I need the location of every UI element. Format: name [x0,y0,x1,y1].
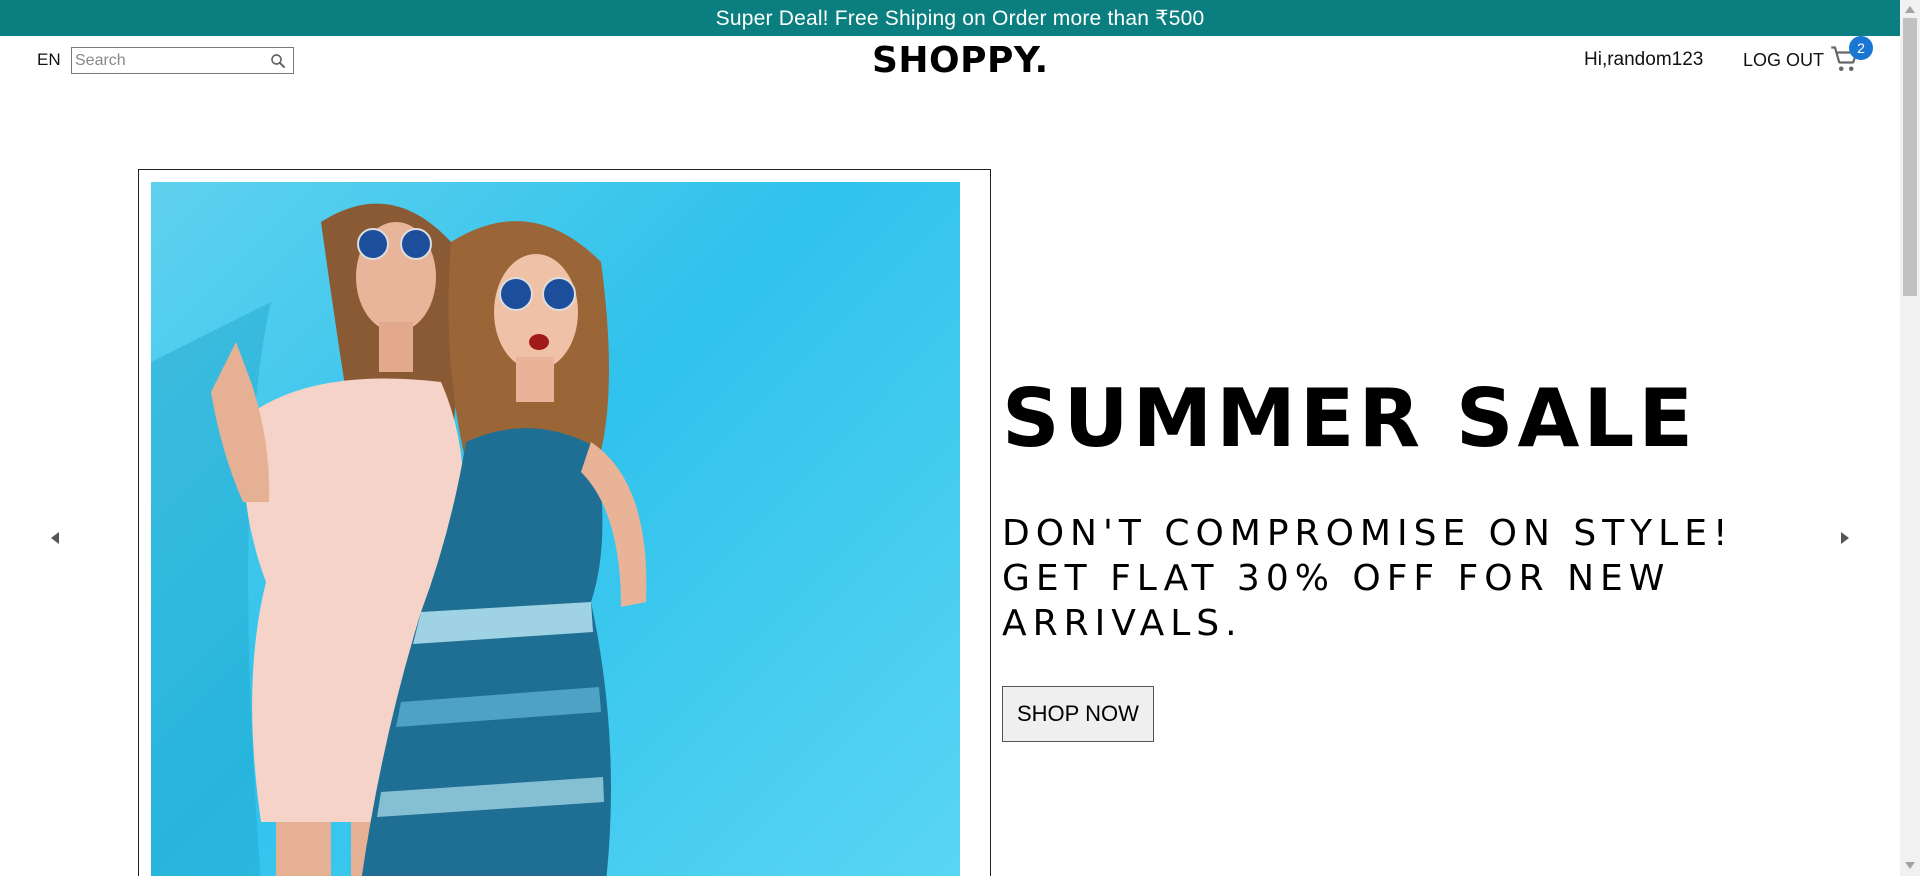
arrow-right-icon [1841,532,1849,544]
announcement-bar: Super Deal! Free Shiping on Order more t… [0,0,1920,36]
slider-prev-button[interactable] [35,518,75,558]
site-logo[interactable]: SHOPPY. [872,40,1049,81]
vertical-scrollbar[interactable] [1900,0,1920,876]
search-icon[interactable] [269,52,287,70]
hero-image [151,182,960,876]
scroll-up-icon[interactable] [1905,6,1915,13]
logout-link[interactable]: LOG OUT [1743,50,1824,71]
scroll-down-icon[interactable] [1905,862,1915,869]
navbar: EN SHOPPY. Hi,random123 LOG OUT 2 [0,36,1900,84]
shop-now-button[interactable]: SHOP NOW [1002,686,1154,742]
slide-title: SUMMER SALE [1002,372,1698,465]
slider-next-button[interactable] [1825,518,1865,558]
models-illustration [151,203,647,876]
search-input[interactable] [72,48,262,73]
user-greeting: Hi,random123 [1584,49,1704,70]
language-selector[interactable]: EN [37,50,61,70]
announcement-text: Super Deal! Free Shiping on Order more t… [715,6,1205,30]
cart-count-badge: 2 [1849,36,1873,60]
search-container [71,47,294,74]
hero-slider: SUMMER SALE DON'T COMPROMISE ON STYLE! G… [0,84,1900,876]
slide-info: SUMMER SALE DON'T COMPROMISE ON STYLE! G… [1002,379,1852,742]
slide-description: DON'T COMPROMISE ON STYLE! GET FLAT 30% … [1002,513,1734,644]
scrollbar-thumb[interactable] [1903,18,1917,296]
arrow-left-icon [51,532,59,544]
hero-image-frame [138,169,991,876]
page: Super Deal! Free Shiping on Order more t… [0,0,1920,876]
